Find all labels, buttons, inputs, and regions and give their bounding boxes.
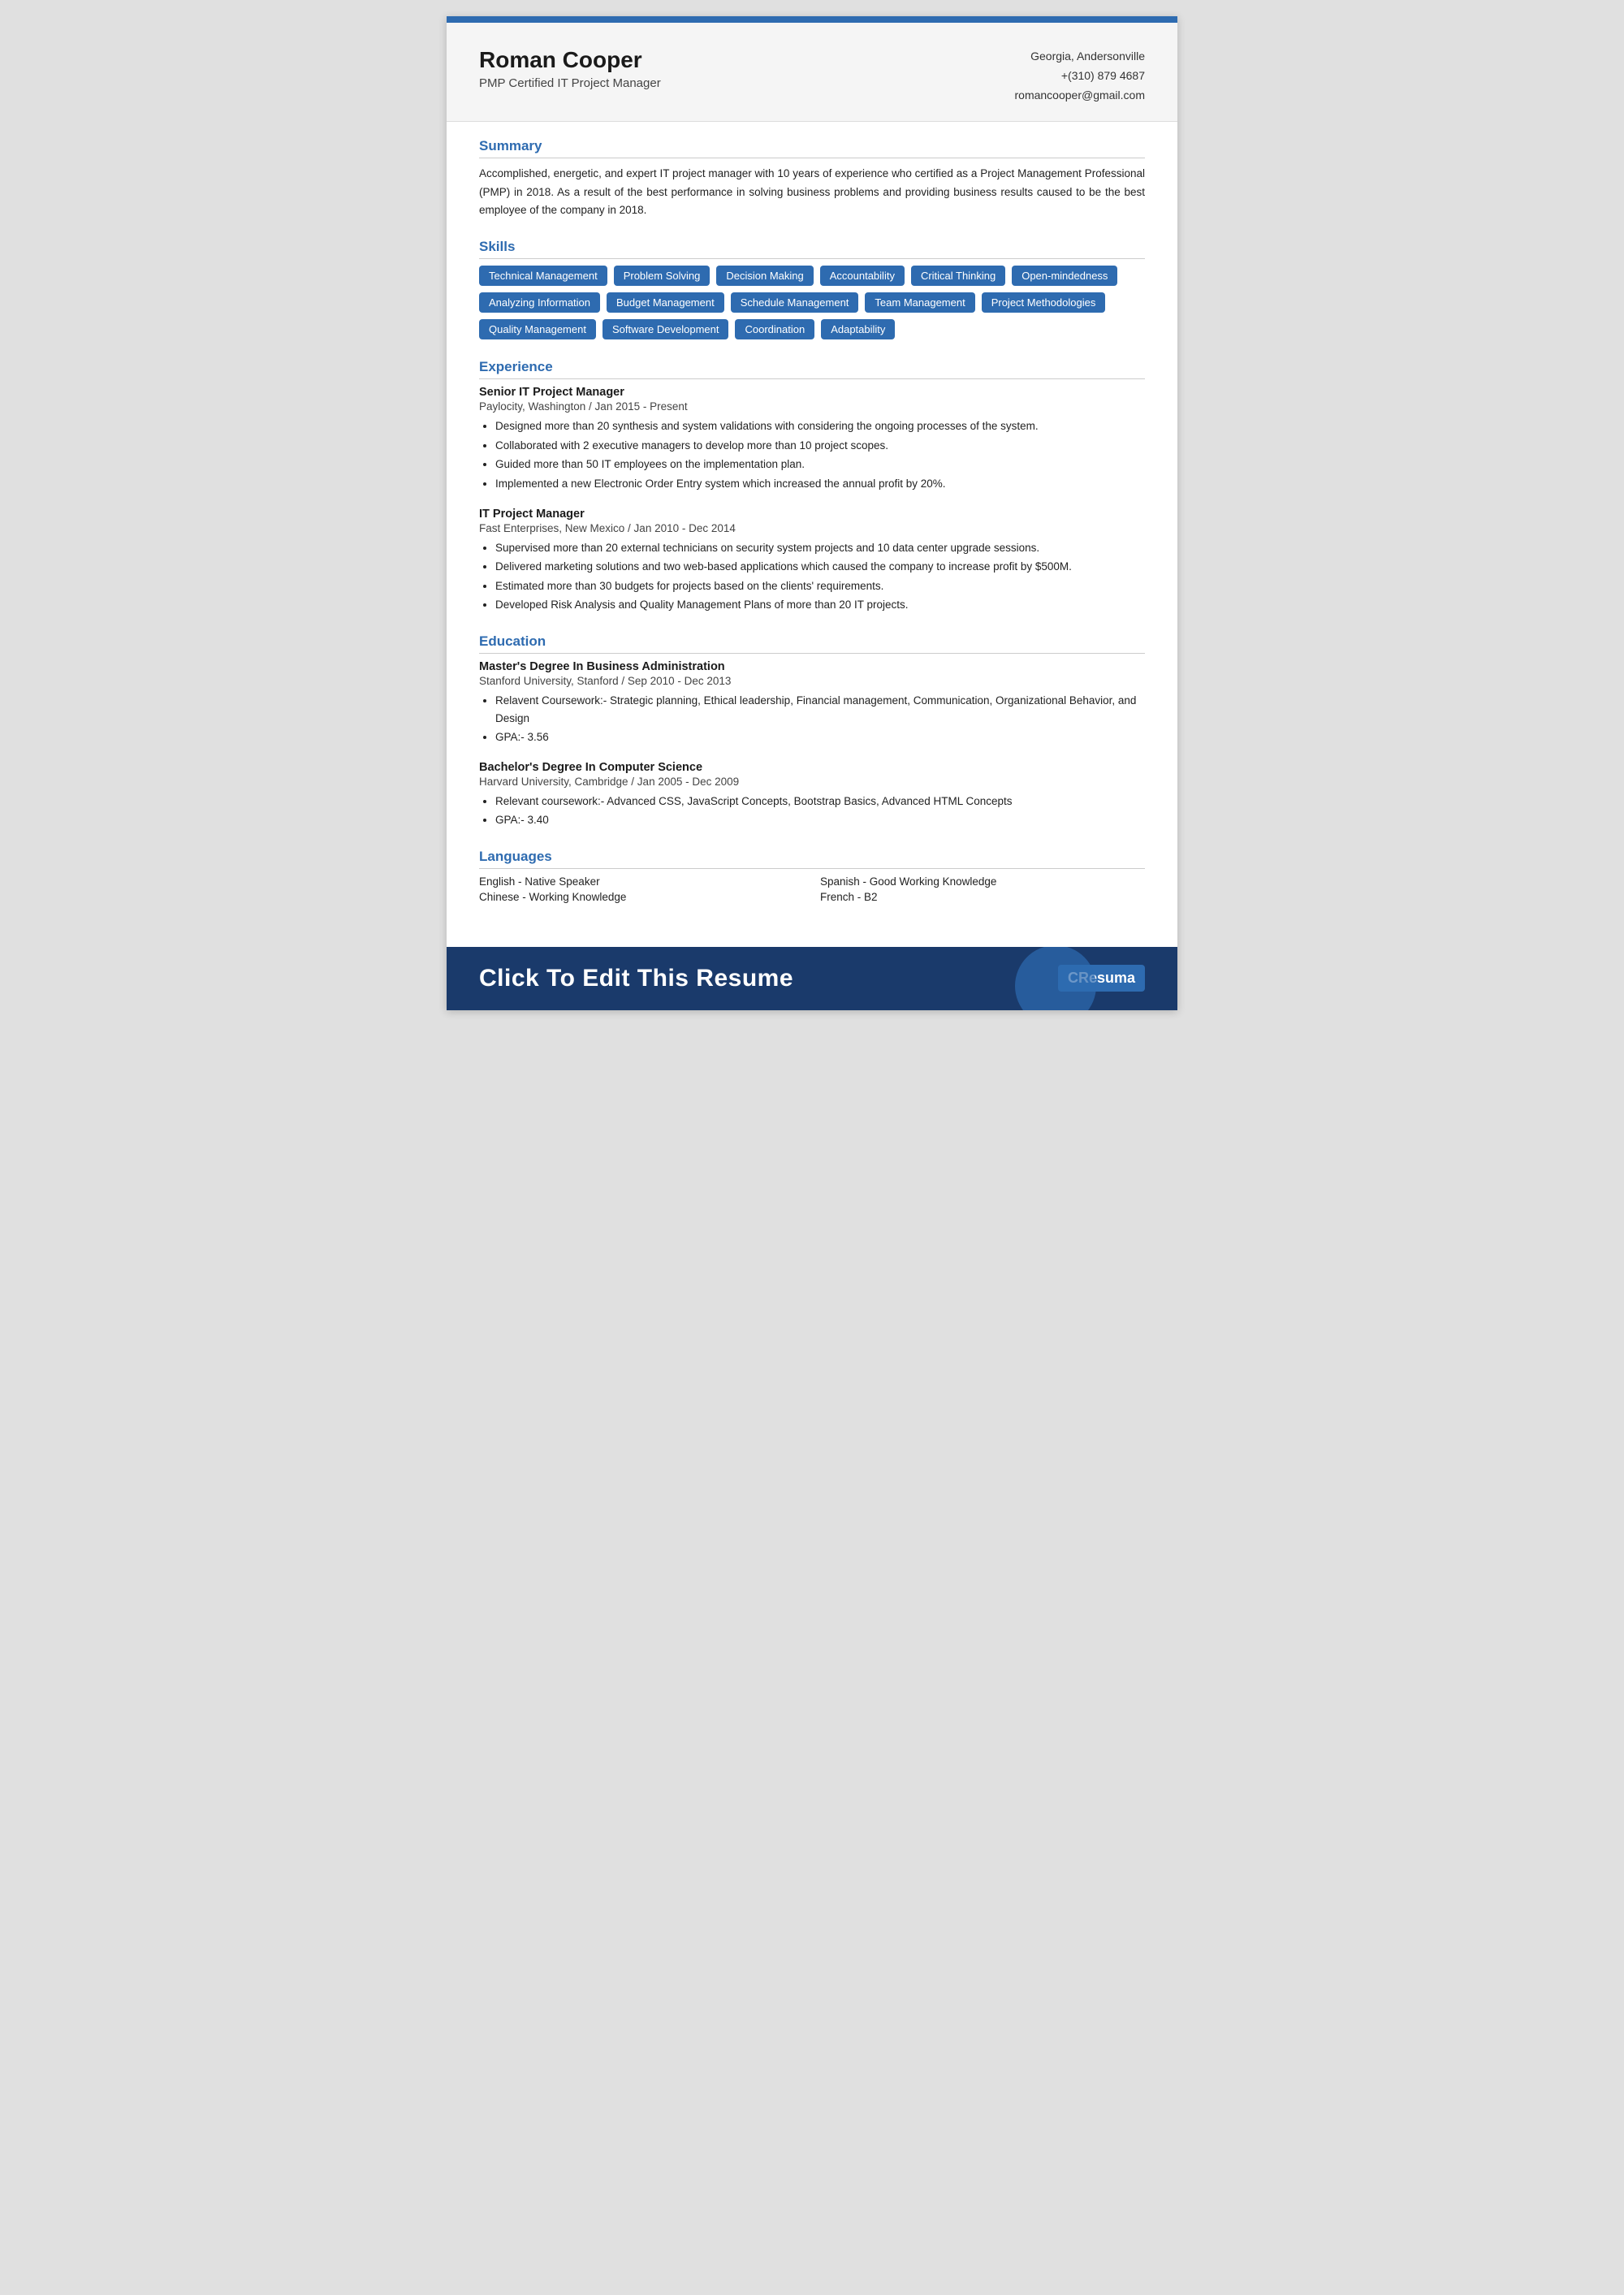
skill-tag: Budget Management <box>607 292 724 313</box>
resume-header: Roman Cooper PMP Certified IT Project Ma… <box>447 23 1177 122</box>
degree-school: Stanford University, Stanford / Sep 2010… <box>479 675 1145 687</box>
languages-section: Languages English - Native Speaker Spanis… <box>479 849 1145 903</box>
degree-bullet: Relavent Coursework:- Strategic planning… <box>495 692 1145 727</box>
skill-tag: Problem Solving <box>614 266 710 286</box>
circle-decoration <box>1015 947 1096 1010</box>
candidate-email: romancooper@gmail.com <box>1015 86 1146 106</box>
job-bullet: Implemented a new Electronic Order Entry… <box>495 475 1145 493</box>
degree-bullets: Relavent Coursework:- Strategic planning… <box>479 692 1145 746</box>
degree-title: Master's Degree In Business Administrati… <box>479 660 1145 673</box>
resume-content: Summary Accomplished, energetic, and exp… <box>447 122 1177 947</box>
languages-grid: English - Native Speaker Spanish - Good W… <box>479 875 1145 903</box>
cta-text[interactable]: Click To Edit This Resume <box>479 965 793 992</box>
candidate-name: Roman Cooper <box>479 47 661 73</box>
skill-tag: Team Management <box>865 292 974 313</box>
candidate-title: PMP Certified IT Project Manager <box>479 76 661 90</box>
job-bullet: Collaborated with 2 executive managers t… <box>495 437 1145 455</box>
degree-bullet: GPA:- 3.56 <box>495 728 1145 746</box>
language-item: Spanish - Good Working Knowledge <box>820 875 1145 888</box>
candidate-location: Georgia, Andersonville <box>1015 47 1146 67</box>
experience-title: Experience <box>479 359 1145 379</box>
skill-tag: Critical Thinking <box>911 266 1005 286</box>
education-title: Education <box>479 633 1145 654</box>
skill-tag: Analyzing Information <box>479 292 600 313</box>
job-bullet: Delivered marketing solutions and two we… <box>495 558 1145 576</box>
job-company: Fast Enterprises, New Mexico / Jan 2010 … <box>479 522 1145 534</box>
job-bullet: Supervised more than 20 external technic… <box>495 539 1145 557</box>
skill-tag: Technical Management <box>479 266 607 286</box>
degree-bullet: Relevant coursework:- Advanced CSS, Java… <box>495 793 1145 810</box>
education-item: Bachelor's Degree In Computer Science Har… <box>479 761 1145 829</box>
skills-section: Skills Technical Management Problem Solvi… <box>479 239 1145 339</box>
header-contact-section: Georgia, Andersonville +(310) 879 4687 r… <box>1015 47 1146 105</box>
skill-tag: Coordination <box>735 319 814 339</box>
job-bullet: Developed Risk Analysis and Quality Mana… <box>495 596 1145 614</box>
skill-tag: Open-mindedness <box>1012 266 1117 286</box>
skill-tag: Schedule Management <box>731 292 859 313</box>
education-item: Master's Degree In Business Administrati… <box>479 660 1145 746</box>
language-item: English - Native Speaker <box>479 875 804 888</box>
skill-tag: Accountability <box>820 266 905 286</box>
languages-title: Languages <box>479 849 1145 869</box>
degree-bullets: Relevant coursework:- Advanced CSS, Java… <box>479 793 1145 829</box>
resume-document: Roman Cooper PMP Certified IT Project Ma… <box>447 16 1177 1010</box>
job-title: IT Project Manager <box>479 508 1145 521</box>
job-company: Paylocity, Washington / Jan 2015 - Prese… <box>479 400 1145 413</box>
job-title: Senior IT Project Manager <box>479 386 1145 399</box>
degree-school: Harvard University, Cambridge / Jan 2005… <box>479 776 1145 788</box>
summary-text: Accomplished, energetic, and expert IT p… <box>479 165 1145 219</box>
skill-tag: Project Methodologies <box>982 292 1106 313</box>
candidate-phone: +(310) 879 4687 <box>1015 67 1146 86</box>
job-bullets: Supervised more than 20 external technic… <box>479 539 1145 614</box>
top-accent-bar <box>447 16 1177 23</box>
job-bullet: Estimated more than 30 budgets for proje… <box>495 577 1145 595</box>
job-bullet: Guided more than 50 IT employees on the … <box>495 456 1145 473</box>
skills-title: Skills <box>479 239 1145 259</box>
skill-tag: Decision Making <box>716 266 813 286</box>
education-section: Education Master's Degree In Business Ad… <box>479 633 1145 829</box>
skill-tag: Quality Management <box>479 319 596 339</box>
skill-tag: Adaptability <box>821 319 895 339</box>
experience-item: Senior IT Project ManagerPaylocity, Wash… <box>479 386 1145 492</box>
language-item: Chinese - Working Knowledge <box>479 891 804 903</box>
experience-item: IT Project ManagerFast Enterprises, New … <box>479 508 1145 614</box>
summary-section: Summary Accomplished, energetic, and exp… <box>479 138 1145 219</box>
skills-container: Technical Management Problem Solving Decis… <box>479 266 1145 339</box>
experience-section: Experience Senior IT Project ManagerPayl… <box>479 359 1145 614</box>
header-name-section: Roman Cooper PMP Certified IT Project Ma… <box>479 47 661 90</box>
cta-bar[interactable]: Click To Edit This Resume CResuma <box>447 947 1177 1010</box>
skill-tag: Software Development <box>603 319 729 339</box>
degree-bullet: GPA:- 3.40 <box>495 811 1145 829</box>
job-bullet: Designed more than 20 synthesis and syst… <box>495 417 1145 435</box>
degree-title: Bachelor's Degree In Computer Science <box>479 761 1145 774</box>
summary-title: Summary <box>479 138 1145 158</box>
job-bullets: Designed more than 20 synthesis and syst… <box>479 417 1145 492</box>
language-item: French - B2 <box>820 891 1145 903</box>
